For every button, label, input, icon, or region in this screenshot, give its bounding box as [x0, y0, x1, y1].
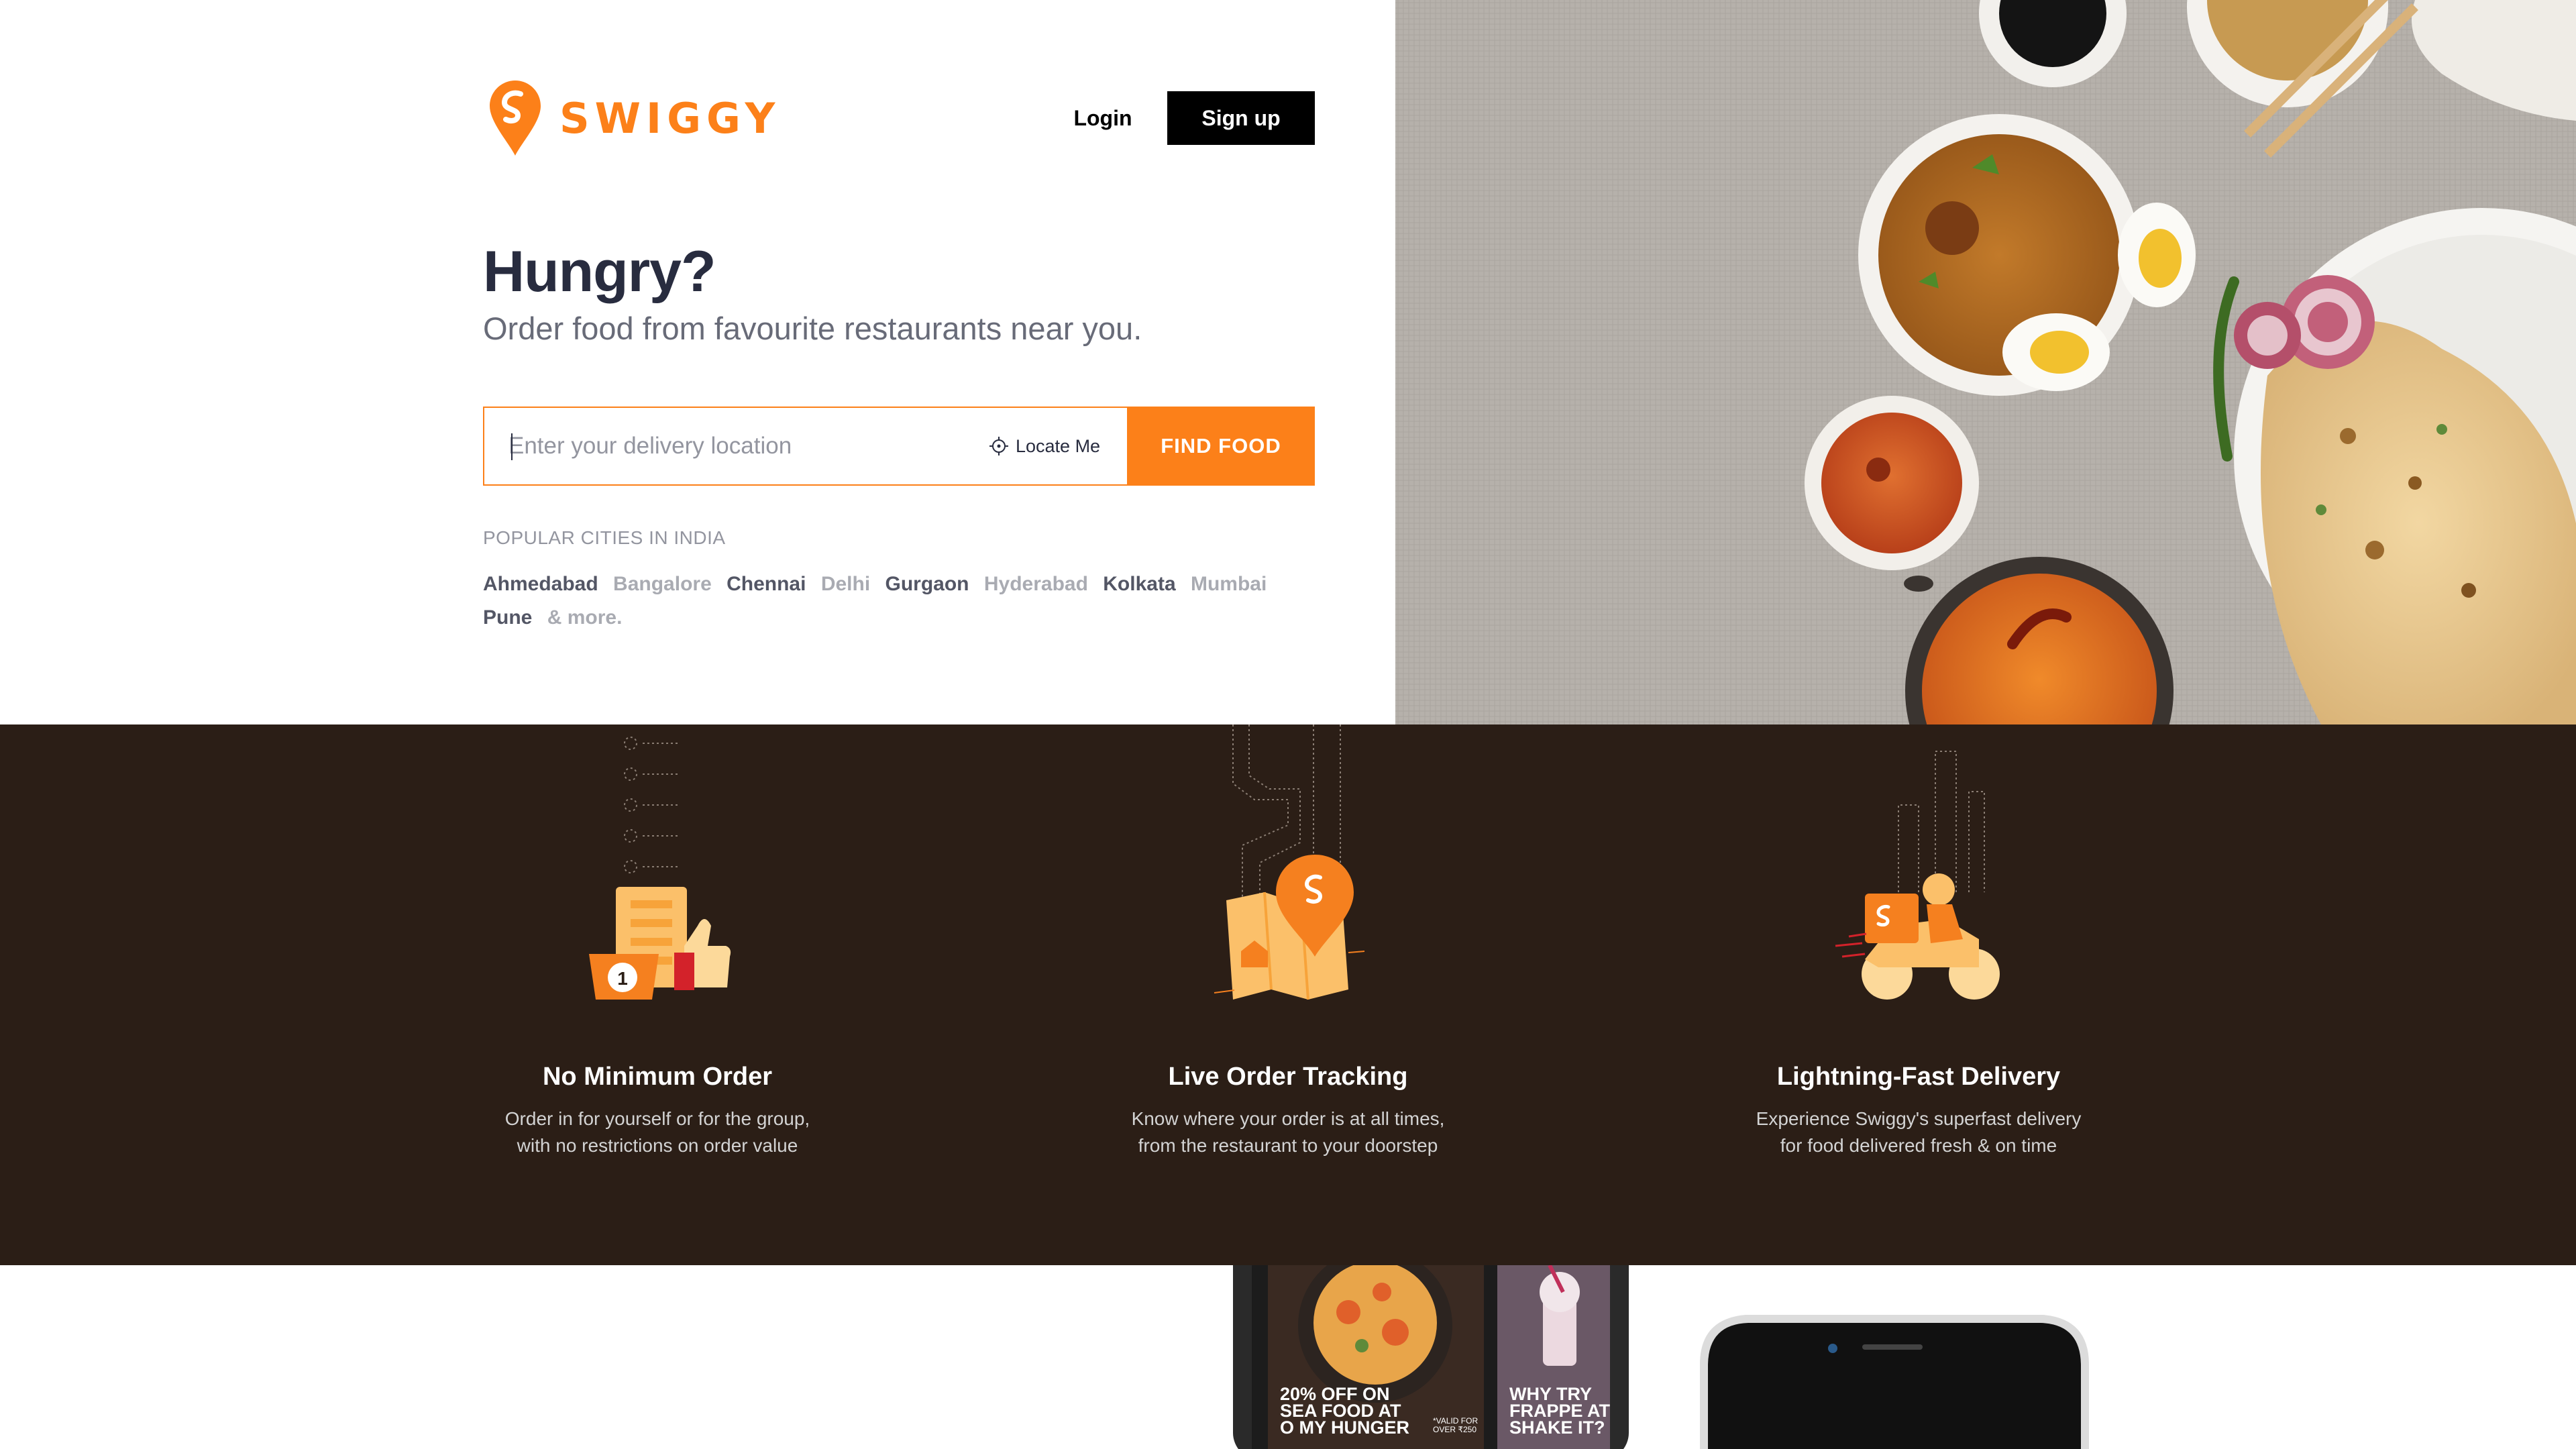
city-link-bangalore[interactable]: Bangalore: [613, 568, 712, 601]
hero-left-panel: SWIGGY Login Sign up Hungry? Order food …: [0, 0, 1395, 724]
crosshair-icon: [989, 437, 1008, 455]
promo-fine-print: *VALID FOR OVER ₹250: [1433, 1417, 1478, 1434]
feature-description-line: from the restaurant to your doorstep: [1138, 1135, 1438, 1156]
city-link-ahmedabad[interactable]: Ahmedabad: [483, 568, 598, 601]
food-spread-illustration: [1395, 0, 2576, 724]
city-link-chennai[interactable]: Chennai: [727, 568, 806, 601]
hero-subtitle: Order food from favourite restaurants ne…: [483, 311, 1142, 346]
feature-description-line: Experience Swiggy's superfast delivery: [1756, 1108, 2082, 1129]
hero-title: Hungry?: [483, 239, 716, 304]
login-link[interactable]: Login: [1061, 91, 1144, 145]
feature-description-line: Know where your order is at all times,: [1131, 1108, 1445, 1129]
feature-description-line: for food delivered fresh & on time: [1780, 1135, 2057, 1156]
location-search-box: Locate Me: [483, 407, 1128, 486]
feature-description: Know where your order is at all times, f…: [1033, 1106, 1543, 1159]
feature-no-minimum-order: 1 No Minimum Order Order in for yourself…: [402, 724, 912, 1156]
app-promo-section: 20% OFF ON SEA FOOD AT O MY HUNGER *VALI…: [0, 1265, 2576, 1449]
swiggy-logo[interactable]: SWIGGY: [490, 80, 780, 156]
feature-description-line: with no restrictions on order value: [517, 1135, 798, 1156]
map-pin-tracking-icon: [1214, 724, 1365, 1000]
hero-food-image: [1395, 0, 2576, 724]
city-link-gurgaon[interactable]: Gurgaon: [885, 568, 969, 601]
delivery-scooter-icon: [1835, 751, 2000, 1000]
promo-card-frappe-text[interactable]: WHY TRY FRAPPE AT SHAKE IT?: [1509, 1385, 1610, 1438]
city-link-delhi[interactable]: Delhi: [821, 568, 870, 601]
feature-description-line: Order in for yourself or for the group,: [504, 1108, 810, 1129]
delivery-location-input[interactable]: [508, 408, 938, 484]
find-food-button[interactable]: FIND FOOD: [1127, 407, 1315, 486]
city-link-mumbai[interactable]: Mumbai: [1191, 568, 1267, 601]
promo-card-seafood-text[interactable]: 20% OFF ON SEA FOOD AT O MY HUNGER: [1280, 1385, 1410, 1438]
popular-cities-list: Ahmedabad Bangalore Chennai Delhi Gurgao…: [483, 568, 1288, 635]
promo-line: SHAKE IT?: [1509, 1417, 1605, 1438]
svg-text:1: 1: [617, 968, 628, 989]
feature-title: Live Order Tracking: [1168, 1063, 1408, 1091]
swiggy-pin-logo-icon: [490, 80, 541, 156]
brand-name: SWIGGY: [559, 93, 781, 143]
text-caret: [511, 433, 513, 460]
locate-me-label: Locate Me: [1016, 435, 1101, 456]
thumbs-up-order-icon: 1: [589, 737, 731, 1000]
signup-button[interactable]: Sign up: [1167, 91, 1315, 145]
locate-me-button[interactable]: Locate Me: [989, 408, 1100, 484]
popular-cities-heading: POPULAR CITIES IN INDIA: [483, 527, 726, 548]
city-link-kolkata[interactable]: Kolkata: [1103, 568, 1175, 601]
feature-live-order-tracking: Live Order Tracking Know where your orde…: [1033, 724, 1543, 1156]
promo-fine-print-line: OVER ₹250: [1433, 1425, 1477, 1434]
more-cities-link[interactable]: & more.: [547, 601, 623, 635]
feature-title: No Minimum Order: [542, 1063, 773, 1091]
city-link-pune[interactable]: Pune: [483, 601, 532, 635]
promo-line: O MY HUNGER: [1280, 1417, 1410, 1438]
city-link-hyderabad[interactable]: Hyderabad: [984, 568, 1088, 601]
feature-description: Order in for yourself or for the group, …: [402, 1106, 912, 1159]
features-section: 1 No Minimum Order Order in for yourself…: [0, 724, 2576, 1265]
hero-section: SWIGGY Login Sign up Hungry? Order food …: [0, 0, 2576, 724]
feature-description: Experience Swiggy's superfast delivery f…: [1664, 1106, 2174, 1159]
feature-lightning-fast-delivery: Lightning-Fast Delivery Experience Swigg…: [1664, 724, 2174, 1156]
feature-title: Lightning-Fast Delivery: [1776, 1063, 2061, 1091]
